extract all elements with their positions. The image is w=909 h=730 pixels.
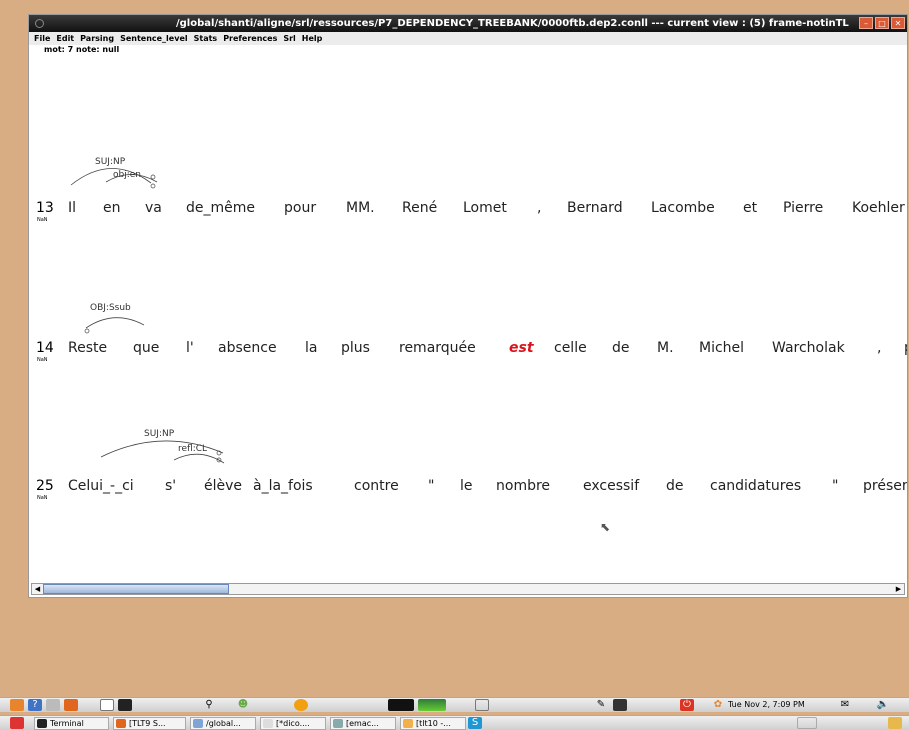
word[interactable]: de [666,478,684,494]
word[interactable]: de [612,340,630,356]
menu-file[interactable]: File [34,32,50,45]
task-emacs[interactable]: [emac... [330,717,396,730]
search-icon[interactable]: ⚲ [202,699,216,711]
main-window: /global/shanti/aligne/srl/ressources/P7_… [28,14,908,598]
maximize-button[interactable]: □ [875,17,889,29]
display-icon[interactable] [613,699,627,711]
clock[interactable]: Tue Nov 2, 7:09 PM [728,698,805,712]
network-icon[interactable] [46,699,60,711]
word[interactable]: absence [218,340,277,356]
sentence-view[interactable]: 13 NaN Il en va de_même pour MM. René Lo… [29,55,907,581]
task-dico[interactable]: [*dico.... [260,717,326,730]
word[interactable]: p [904,340,907,356]
ubuntu-menu-icon[interactable] [10,699,24,711]
menu-sentence-level[interactable]: Sentence_level [120,32,188,45]
task-tlt9[interactable]: [TLT9 S... [113,717,186,730]
mail-icon[interactable]: ✉ [838,699,852,711]
menu-preferences[interactable]: Preferences [223,32,277,45]
scroll-thumb[interactable] [43,584,229,594]
word[interactable]: " [428,478,434,494]
word[interactable]: la [305,340,317,356]
word[interactable]: que [133,340,159,356]
sentence-row[interactable]: 14 NaN Reste que l' absence la plus rema… [29,333,907,393]
word[interactable]: le [460,478,473,494]
people-icon[interactable]: ☻ [236,699,250,711]
workspace-switcher-active[interactable] [418,699,446,711]
menu-srl[interactable]: Srl [283,32,295,45]
screenshot-icon[interactable] [100,699,114,711]
arc-label[interactable]: OBJ:Ssub [90,303,131,313]
word[interactable]: candidatures [710,478,801,494]
arc-label[interactable]: refl:CL [178,444,207,454]
word[interactable]: s' [165,478,176,494]
word[interactable]: , [877,340,881,356]
firefox-icon[interactable] [64,699,78,711]
menu-bar: File Edit Parsing Sentence_level Stats P… [29,32,907,45]
window-title: /global/shanti/aligne/srl/ressources/P7_… [176,18,849,29]
word[interactable]: préser [863,478,907,494]
task-terminal[interactable]: Terminal [34,717,109,730]
word[interactable]: celle [554,340,587,356]
scroll-right-arrow-icon[interactable]: ▶ [893,584,904,594]
volume-icon[interactable]: 🔈 [876,699,890,711]
predicate-word[interactable]: est [509,340,534,356]
bottom-panel: Terminal [TLT9 S... /global... [*dico...… [0,715,909,730]
sentence-tag: NaN [37,495,48,501]
show-desktop-icon[interactable] [10,717,24,729]
word[interactable]: Celui_-_ci [68,478,134,494]
menu-edit[interactable]: Edit [56,32,74,45]
sentence-tag: NaN [37,357,48,363]
minimize-button[interactable]: – [859,17,873,29]
horizontal-scrollbar[interactable]: ◀ ▶ [31,583,905,595]
mouse-pointer-icon: ⬉ [600,520,611,534]
word[interactable]: Michel [699,340,744,356]
word[interactable]: M. [657,340,674,356]
title-bar[interactable]: /global/shanti/aligne/srl/ressources/P7_… [29,15,907,32]
scroll-left-arrow-icon[interactable]: ◀ [32,584,43,594]
word[interactable]: Reste [68,340,107,356]
word[interactable]: à_la_fois [253,478,313,494]
menu-parsing[interactable]: Parsing [80,32,114,45]
close-button[interactable]: ✕ [891,17,905,29]
menu-stats[interactable]: Stats [194,32,218,45]
word[interactable]: " [832,478,838,494]
word[interactable]: élève [204,478,242,494]
window-menu-icon[interactable] [35,19,44,28]
help-icon[interactable]: ? [28,699,42,711]
ubuntu-logo-icon: ✿ [713,699,723,710]
status-line: mot: 7 note: null [44,45,120,54]
workspace-switcher[interactable] [388,699,414,711]
arc-label[interactable]: SUJ:NP [144,429,174,439]
trash-bin-icon[interactable] [888,717,902,729]
word[interactable]: plus [341,340,370,356]
sentence-row[interactable]: 25 NaN Celui_-_ci s' élève à_la_fois con… [29,471,907,531]
update-icon[interactable] [294,699,308,711]
skype-icon[interactable]: S [468,717,482,729]
task-global[interactable]: /global... [190,717,256,730]
sentence-number: 14 [36,340,54,356]
power-icon[interactable]: ⏻ [680,699,694,711]
task-tlt10[interactable]: [tlt10 -... [400,717,466,730]
trash-icon[interactable] [475,699,489,711]
terminal-icon[interactable] [118,699,132,711]
top-panel: ? ⚲ ☻ ✎ ⏻ ✿ Tue Nov 2, 7:09 PM ✉ 🔈 [0,697,909,712]
word[interactable]: contre [354,478,399,494]
sentence-number: 25 [36,478,54,494]
network-status-icon[interactable]: ✎ [594,699,608,711]
word[interactable]: excessif [583,478,639,494]
word[interactable]: remarquée [399,340,476,356]
menu-help[interactable]: Help [302,32,323,45]
word[interactable]: l' [186,340,194,356]
workspace-icon[interactable] [797,717,817,729]
word[interactable]: Warcholak [772,340,845,356]
arc-label[interactable]: obj:en [113,170,141,180]
arc-label[interactable]: SUJ:NP [95,157,125,167]
word[interactable]: nombre [496,478,550,494]
